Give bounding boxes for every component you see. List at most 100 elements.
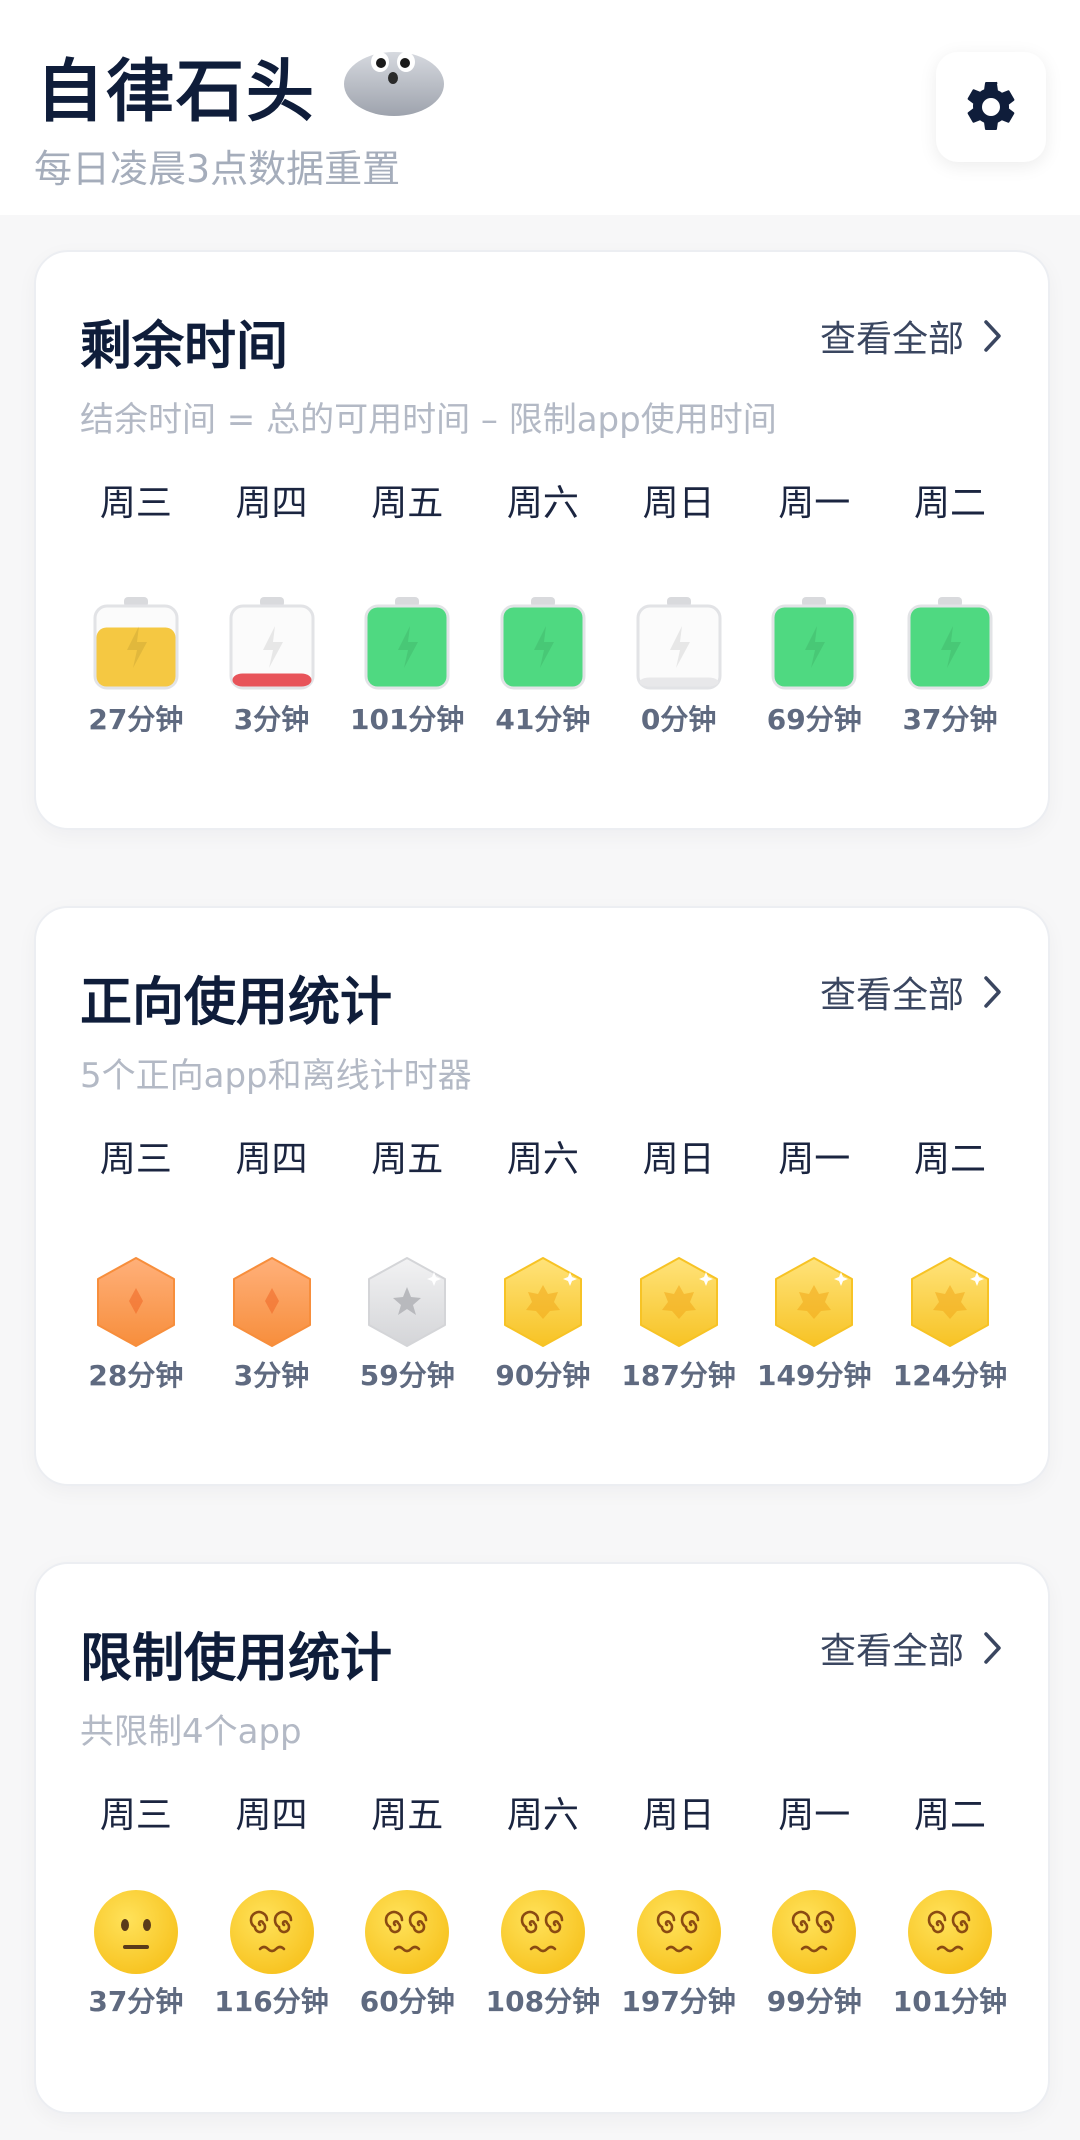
card-title: 剩余时间 [80, 317, 289, 377]
battery-icon [500, 597, 586, 690]
medal-icon [368, 1257, 447, 1347]
limited-usage-card: 限制使用统计 查看全部 共限制4个app 周三 周四 周五 周六 周日 周一 周… [34, 1562, 1050, 2114]
view-all-label: 查看全部 [819, 1631, 964, 1672]
emoji-cell [204, 1882, 340, 1982]
weekday-label: 周五 [371, 483, 444, 524]
medal-cell [339, 1252, 475, 1352]
view-all-positive-link[interactable]: 查看全部 [820, 966, 1004, 1018]
weekday-row: 周三 周四 周五 周六 周日 周一 周二 [68, 1786, 1018, 1836]
remaining-values-row: 27分钟 3分钟 101分钟 41分钟 0分钟 69分钟 37分钟 [68, 698, 1018, 742]
view-all-label: 查看全部 [819, 319, 964, 360]
remaining-minutes: 0分钟 [640, 703, 717, 736]
dizzy-face-icon [365, 1890, 450, 1974]
limited-minutes: 101分钟 [892, 1985, 1008, 2018]
dizzy-face-icon [772, 1890, 857, 1974]
battery-icon [364, 597, 450, 690]
weekday-label: 周五 [371, 1139, 444, 1180]
medal-cell [611, 1252, 747, 1352]
battery-cell [746, 596, 882, 696]
medal-row [68, 1252, 1018, 1352]
weekday-label: 周三 [99, 1795, 172, 1836]
positive-minutes: 124分钟 [892, 1359, 1008, 1392]
positive-usage-card: 正向使用统计 查看全部 5个正向app和离线计时器 周三 周四 周五 周六 周日… [34, 906, 1050, 1486]
limited-minutes: 116分钟 [214, 1985, 329, 2018]
neutral-face-icon [93, 1890, 178, 1974]
emoji-cell [882, 1882, 1018, 1982]
view-all-remaining-link[interactable]: 查看全部 [820, 310, 1004, 362]
weekday-label: 周日 [642, 1139, 715, 1180]
emoji-cell [611, 1882, 747, 1982]
app-header: 自律石头 每日凌晨3点数据重置 [0, 0, 1080, 215]
medal-icon [232, 1257, 311, 1347]
weekday-label: 周一 [778, 1139, 851, 1180]
emoji-cell [339, 1882, 475, 1982]
dizzy-face-icon [636, 1890, 721, 1974]
app-title: 自律石头 [36, 53, 317, 132]
weekday-label: 周四 [235, 1795, 308, 1836]
weekday-label: 周六 [506, 1139, 579, 1180]
battery-cell [882, 596, 1018, 696]
card-title: 限制使用统计 [80, 1629, 393, 1689]
battery-cell [68, 596, 204, 696]
card-title: 正向使用统计 [80, 973, 393, 1033]
positive-minutes: 59分钟 [359, 1359, 455, 1392]
remaining-minutes: 101分钟 [349, 703, 465, 736]
positive-minutes: 28分钟 [88, 1359, 184, 1392]
weekday-label: 周四 [235, 1139, 308, 1180]
settings-button[interactable] [936, 52, 1046, 162]
dizzy-face-icon [907, 1890, 992, 1974]
battery-cell [339, 596, 475, 696]
remaining-minutes: 41分钟 [495, 703, 591, 736]
gear-icon [967, 81, 1015, 130]
emoji-cell [68, 1882, 204, 1982]
weekday-label: 周二 [913, 1795, 986, 1836]
weekday-row: 周三 周四 周五 周六 周日 周一 周二 [68, 474, 1018, 524]
limited-minutes: 108分钟 [485, 1985, 601, 2018]
weekday-label: 周一 [778, 1795, 851, 1836]
medal-icon [96, 1257, 175, 1347]
medal-cell [746, 1252, 882, 1352]
medal-cell [204, 1252, 340, 1352]
card-description: 结余时间 = 总的可用时间 – 限制app使用时间 [80, 400, 777, 440]
view-all-limited-link[interactable]: 查看全部 [820, 1622, 1004, 1674]
remaining-minutes: 3分钟 [233, 703, 310, 736]
limited-minutes: 60分钟 [359, 1985, 455, 2018]
emoji-cell [746, 1882, 882, 1982]
chevron-right-icon [984, 320, 1001, 352]
view-all-label: 查看全部 [819, 975, 964, 1016]
weekday-label: 周一 [778, 483, 851, 524]
medal-icon [775, 1257, 854, 1347]
card-description: 共限制4个app [80, 1712, 302, 1752]
weekday-label: 周三 [99, 483, 172, 524]
positive-minutes: 90分钟 [495, 1359, 591, 1392]
limited-minutes: 37分钟 [88, 1985, 184, 2018]
card-description: 5个正向app和离线计时器 [80, 1056, 472, 1096]
weekday-label: 周二 [913, 1139, 986, 1180]
limited-values-row: 37分钟 116分钟 60分钟 108分钟 197分钟 99分钟 101分钟 [68, 1980, 1018, 2024]
medal-icon [639, 1257, 718, 1347]
chevron-right-icon [984, 976, 1001, 1008]
battery-cell [204, 596, 340, 696]
weekday-label: 周三 [99, 1139, 172, 1180]
battery-row [68, 596, 1018, 696]
emoji-row [68, 1882, 1018, 1982]
positive-minutes: 3分钟 [233, 1359, 310, 1392]
battery-icon [771, 597, 857, 690]
weekday-label: 周五 [371, 1795, 444, 1836]
medal-icon [910, 1257, 989, 1347]
battery-cell [611, 596, 747, 696]
remaining-minutes: 69分钟 [766, 703, 862, 736]
weekday-label: 周六 [506, 483, 579, 524]
weekday-label: 周二 [913, 483, 986, 524]
weekday-label: 周六 [506, 1795, 579, 1836]
limited-minutes: 197分钟 [621, 1985, 736, 2018]
positive-minutes: 187分钟 [621, 1359, 736, 1392]
medal-cell [882, 1252, 1018, 1352]
battery-icon [229, 597, 315, 690]
stone-mascot-icon [344, 52, 444, 116]
medal-cell [475, 1252, 611, 1352]
chevron-right-icon [984, 1632, 1001, 1664]
positive-values-row: 28分钟 3分钟 59分钟 90分钟 187分钟 149分钟 124分钟 [68, 1354, 1018, 1398]
medal-cell [68, 1252, 204, 1352]
weekday-label: 周四 [235, 483, 308, 524]
